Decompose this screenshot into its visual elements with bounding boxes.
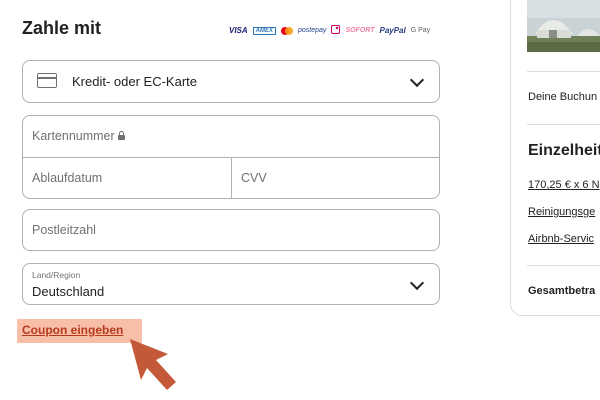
total-label: Gesamtbetra	[528, 285, 596, 297]
card-number-input[interactable]: Kartennummer	[23, 116, 439, 158]
listing-thumbnail	[527, 0, 600, 52]
payment-method-select[interactable]: Kredit- oder EC-Karte	[22, 60, 440, 103]
cvv-placeholder: CVV	[241, 171, 267, 185]
card-number-placeholder: Kartennummer	[32, 129, 125, 143]
price-row-nights[interactable]: 170,25 € x 6 N	[528, 179, 600, 191]
postcode-placeholder: Postleitzahl	[32, 223, 96, 237]
chevron-down-icon	[409, 72, 425, 88]
pointer-arrow-icon	[130, 339, 176, 390]
credit-card-icon	[37, 73, 57, 88]
country-label: Land/Region	[32, 270, 81, 280]
summary-divider	[527, 265, 600, 266]
price-row-cleaning[interactable]: Reinigungsge	[528, 206, 595, 218]
paypal-logo: PayPal	[379, 26, 406, 35]
mastercard-logo	[281, 26, 294, 35]
sofort-logo: SOFORT	[345, 27, 375, 34]
cvv-input[interactable]: CVV	[232, 158, 440, 199]
expiry-placeholder: Ablaufdatum	[32, 171, 103, 185]
summary-divider	[527, 71, 600, 72]
visa-logo: VISA	[229, 26, 248, 35]
ideal-logo	[331, 25, 341, 36]
lock-icon	[117, 131, 125, 140]
payment-method-value: Kredit- oder EC-Karte	[72, 74, 197, 89]
expiry-date-input[interactable]: Ablaufdatum	[23, 158, 232, 199]
coupon-link[interactable]: Coupon eingeben	[22, 323, 123, 337]
amex-logo: AMEX	[252, 26, 277, 35]
country-select[interactable]: Land/Region Deutschland	[22, 263, 440, 305]
price-row-service[interactable]: Airbnb-Servic	[528, 233, 594, 245]
details-heading: Einzelheit	[528, 142, 600, 159]
postcode-input[interactable]: Postleitzahl	[22, 209, 440, 251]
payment-logos: VISA AMEX postepay SOFORT PayPal G Pay	[229, 25, 430, 36]
postepay-logo: postepay	[298, 27, 327, 34]
card-details-group: Kartennummer Ablaufdatum CVV	[22, 115, 440, 199]
google-pay-logo: G Pay	[410, 27, 431, 34]
summary-divider	[527, 124, 600, 125]
booking-text: Deine Buchun	[528, 91, 598, 103]
chevron-down-icon	[409, 275, 425, 291]
payment-heading: Zahle mit	[22, 18, 102, 38]
country-value: Deutschland	[32, 284, 105, 299]
